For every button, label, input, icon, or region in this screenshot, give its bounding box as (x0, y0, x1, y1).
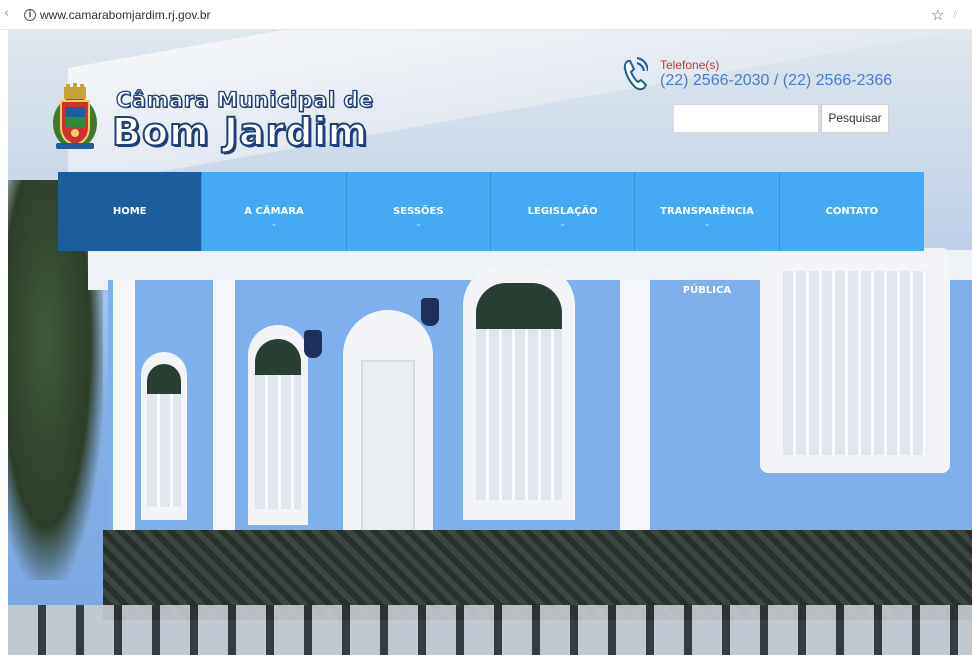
phone-number: (22) 2566-2030 / (22) 2566-2366 (660, 72, 893, 89)
building-window (248, 325, 308, 525)
nav-item-legislacao[interactable]: LEGISLAÇÃO ⌄ (490, 172, 636, 251)
nav-item-label: HOME (112, 206, 147, 217)
wall-lamp (421, 298, 439, 326)
chevron-down-icon: ⌄ (704, 220, 710, 228)
nav-item-a-camara[interactable]: A CÂMARA ⌄ (202, 172, 347, 251)
nav-item-label: CONTATO (825, 206, 879, 217)
building-window (141, 352, 187, 520)
nav-item-label: A CÂMARA (244, 206, 304, 217)
nav-item-transparencia-publica[interactable]: TRANSPARÊNCIA PÚBLICA ⌄ (635, 172, 780, 296)
chevron-down-icon: ⌄ (415, 220, 422, 228)
chevron-down-icon: ⌄ (559, 220, 566, 228)
nav-item-label: SESSÕES (393, 206, 444, 217)
main-navigation: HOME A CÂMARA ⌄ SESSÕES ⌄ LEGISLAÇÃO ⌄ T… (58, 172, 924, 296)
star-icon[interactable]: ☆ (931, 6, 944, 24)
url-field[interactable]: www.camarabomjardim.rj.gov.br (40, 8, 211, 22)
logo-title-line2[interactable]: Bom Jardim (111, 109, 368, 155)
browser-address-bar: ‹ i www.camarabomjardim.rj.gov.br ☆ ⫽ (0, 0, 972, 30)
back-chevron-icon[interactable]: ‹ (4, 6, 9, 21)
facade-pilaster (620, 280, 650, 550)
search-input[interactable] (673, 104, 819, 133)
facade-pilaster (113, 280, 135, 550)
building-window (760, 248, 950, 473)
search-button[interactable]: Pesquisar (821, 104, 889, 133)
nav-item-contato[interactable]: CONTATO (779, 172, 924, 251)
chevron-down-icon: ⌄ (271, 220, 277, 228)
info-icon[interactable]: i (24, 9, 36, 21)
sidewalk (8, 605, 972, 655)
phone-icon (623, 57, 648, 91)
phone-label: Telefone(s) (660, 58, 720, 72)
nav-item-home[interactable]: HOME (58, 172, 203, 251)
building-window (463, 265, 575, 520)
coat-of-arms-icon[interactable] (52, 83, 98, 151)
wall-lamp (304, 330, 322, 358)
logo-title-line1[interactable]: Câmara Municipal de (115, 87, 373, 112)
facade-pilaster (213, 280, 235, 550)
nav-item-sessoes[interactable]: SESSÕES ⌄ (346, 172, 491, 251)
nav-item-label: LEGISLAÇÃO (527, 206, 598, 217)
extension-icon[interactable]: ⫽ (953, 8, 958, 22)
